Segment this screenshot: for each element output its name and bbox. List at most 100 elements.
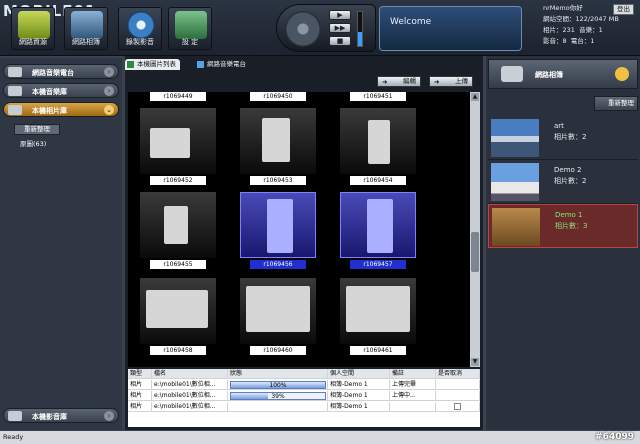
cell-space: 相簿-Demo 1 bbox=[328, 391, 390, 401]
folder-item-original[interactable]: 原圖(63) bbox=[20, 138, 46, 148]
column-header[interactable]: 檔名 bbox=[152, 369, 228, 379]
thumbnail-caption: r1069457 bbox=[350, 260, 406, 269]
web-album-panel: 網路相簿 重新整理 art 相片數：2 Demo 2 相片數：2 Demo 1 … bbox=[486, 56, 640, 430]
sidebar-item-local-music[interactable]: 本機音樂庫 › bbox=[3, 83, 119, 98]
thumbnail-caption: r1069460 bbox=[250, 346, 306, 355]
logout-button[interactable]: 登出 bbox=[613, 4, 634, 15]
thumbnail[interactable]: r1069449 bbox=[140, 92, 216, 104]
cell-type: 相片 bbox=[128, 380, 152, 390]
cell-space: 相簿-Demo 1 bbox=[328, 380, 390, 390]
radio-icon bbox=[197, 61, 204, 68]
thumbnail-caption: r1069455 bbox=[150, 260, 206, 269]
thumbnail-selected[interactable]: r1069457 bbox=[340, 192, 416, 272]
sidebar-item-net-radio[interactable]: 網路音樂電台 › bbox=[3, 64, 119, 79]
chevron-down-icon: ⌄ bbox=[104, 105, 114, 115]
thumbnail[interactable]: r1069450 bbox=[240, 92, 316, 104]
vertical-scrollbar[interactable]: ▲ ▼ bbox=[470, 92, 480, 367]
table-row[interactable]: 相片 e:\mobile01\數位相... 相簿-Demo 1 bbox=[128, 402, 480, 412]
thumbnail-caption: r1069458 bbox=[150, 346, 206, 355]
counts-row-2: 影音：8 電台：1 bbox=[543, 36, 638, 47]
web-resources-label: 網路資源 bbox=[19, 38, 47, 46]
column-header[interactable]: 個人空間 bbox=[328, 369, 390, 379]
thumbnail-image bbox=[340, 278, 416, 344]
counts-row-1: 相片：231 音樂：1 bbox=[543, 25, 638, 36]
thumbnail[interactable]: r1069453 bbox=[240, 108, 316, 188]
cell-status bbox=[228, 402, 328, 412]
cell-type: 相片 bbox=[128, 391, 152, 401]
settings-button[interactable]: 設 定 bbox=[168, 7, 212, 50]
thumbnail[interactable]: r1069458 bbox=[140, 278, 216, 358]
thumbnail[interactable]: r1069455 bbox=[140, 192, 216, 272]
camera-icon bbox=[8, 105, 22, 115]
column-header[interactable]: 是否取消 bbox=[436, 369, 480, 379]
sidebar-item-local-video[interactable]: 本機影音庫 › bbox=[3, 408, 119, 423]
upload-queue-table: 類型 檔名 狀態 個人空間 備註 是否取消 相片 e:\mobile01\數位相… bbox=[128, 369, 480, 427]
cell-file: e:\mobile01\數位相... bbox=[152, 391, 228, 401]
reorganize-label: 重新整理 bbox=[608, 99, 634, 107]
table-row[interactable]: 相片 e:\mobile01\數位相... 100% 相簿-Demo 1 上傳完… bbox=[128, 380, 480, 390]
music-count: 音樂：1 bbox=[579, 26, 603, 34]
next-button[interactable]: ▶▶ bbox=[329, 23, 351, 33]
progress-bar: 39% bbox=[230, 392, 326, 400]
photo-count: 相片：231 bbox=[543, 26, 575, 34]
thumbnail[interactable]: r1069461 bbox=[340, 278, 416, 358]
web-album-title: 網路相簿 bbox=[535, 71, 563, 79]
thumbnail-image bbox=[240, 278, 316, 344]
thumbnail[interactable]: r1069460 bbox=[240, 278, 316, 358]
album-name: art bbox=[554, 122, 564, 130]
top-bar: MOBILE01 網路資源 網路相簿 錄製影音 設 定 ▶ ▶▶ ■ Welco… bbox=[0, 0, 640, 56]
web-album-button[interactable]: 網路相簿 bbox=[64, 7, 108, 50]
scroll-down-icon[interactable]: ▼ bbox=[471, 358, 479, 366]
upload-button[interactable]: ➜ 上傳 bbox=[429, 76, 473, 87]
album-item[interactable]: art 相片數：2 bbox=[488, 116, 638, 160]
cell-file: e:\mobile01\數位相... bbox=[152, 402, 228, 412]
thumbnail[interactable]: r1069452 bbox=[140, 108, 216, 188]
reorganize-local-button[interactable]: 重新整理 bbox=[14, 124, 60, 135]
tab-local-images[interactable]: 本機圖片列表 bbox=[125, 59, 180, 70]
table-row[interactable]: 相片 e:\mobile01\數位相... 39% 相簿-Demo 1 上傳中.… bbox=[128, 391, 480, 401]
arrow-right-icon: ➜ bbox=[434, 78, 440, 86]
thumbnail[interactable]: r1069451 bbox=[340, 92, 416, 104]
welcome-text: Welcome bbox=[390, 17, 432, 27]
cancel-checkbox[interactable] bbox=[454, 403, 461, 410]
thumbnail-image bbox=[340, 108, 416, 174]
album-item[interactable]: Demo 2 相片數：2 bbox=[488, 160, 638, 204]
tab-label: 本機圖片列表 bbox=[137, 60, 176, 68]
radio-icon bbox=[8, 67, 22, 77]
tab-net-radio[interactable]: 網路音樂電台 bbox=[195, 59, 250, 70]
column-header[interactable]: 類型 bbox=[128, 369, 152, 379]
album-item-selected[interactable]: Demo 1 相片數：3 bbox=[488, 204, 638, 248]
edit-label: 編輯 bbox=[403, 77, 416, 85]
sidebar-item-local-photo[interactable]: 本機相片庫 ⌄ bbox=[3, 102, 119, 117]
upload-label: 上傳 bbox=[455, 77, 468, 85]
site-space: 網站空間：122/2047 MB bbox=[543, 15, 619, 23]
thumbnail-caption: r1069451 bbox=[350, 92, 406, 101]
chevron-right-icon: › bbox=[104, 67, 114, 77]
column-header[interactable]: 備註 bbox=[390, 369, 436, 379]
web-album-label: 網路相簿 bbox=[72, 38, 100, 46]
thumbnail[interactable]: r1069454 bbox=[340, 108, 416, 188]
progress-bar: 100% bbox=[230, 381, 326, 389]
edit-button[interactable]: ➜ 編輯 bbox=[377, 76, 421, 87]
thumbnail-selected[interactable]: r1069456 bbox=[240, 192, 316, 272]
status-bar: Ready #64099 bbox=[0, 431, 640, 444]
toggle-icon[interactable] bbox=[615, 67, 629, 81]
user-info: nrMemo你好 登出 網站空間：122/2047 MB 相片：231 音樂：1… bbox=[543, 3, 638, 52]
record-media-button[interactable]: 錄製影音 bbox=[118, 7, 162, 50]
column-header[interactable]: 狀態 bbox=[228, 369, 328, 379]
thumbnail-caption: r1069461 bbox=[350, 346, 406, 355]
web-resources-button[interactable]: 網路資源 bbox=[11, 7, 55, 50]
reorganize-album-button[interactable]: 重新整理 bbox=[594, 96, 638, 111]
volume-slider[interactable] bbox=[357, 11, 363, 47]
scroll-up-icon[interactable]: ▲ bbox=[471, 93, 479, 101]
watermark: #64099 bbox=[595, 432, 634, 442]
play-button[interactable]: ▶ bbox=[329, 10, 351, 20]
thumbnail-image bbox=[140, 192, 216, 258]
thumbnail-image bbox=[240, 108, 316, 174]
thumbnail-caption: r1069452 bbox=[150, 176, 206, 185]
media-player: ▶ ▶▶ ■ bbox=[276, 4, 376, 52]
scroll-thumb[interactable] bbox=[471, 232, 479, 272]
cell-note: 上傳完畢 bbox=[390, 380, 436, 390]
stop-button[interactable]: ■ bbox=[329, 36, 351, 46]
cell-note bbox=[390, 402, 436, 412]
